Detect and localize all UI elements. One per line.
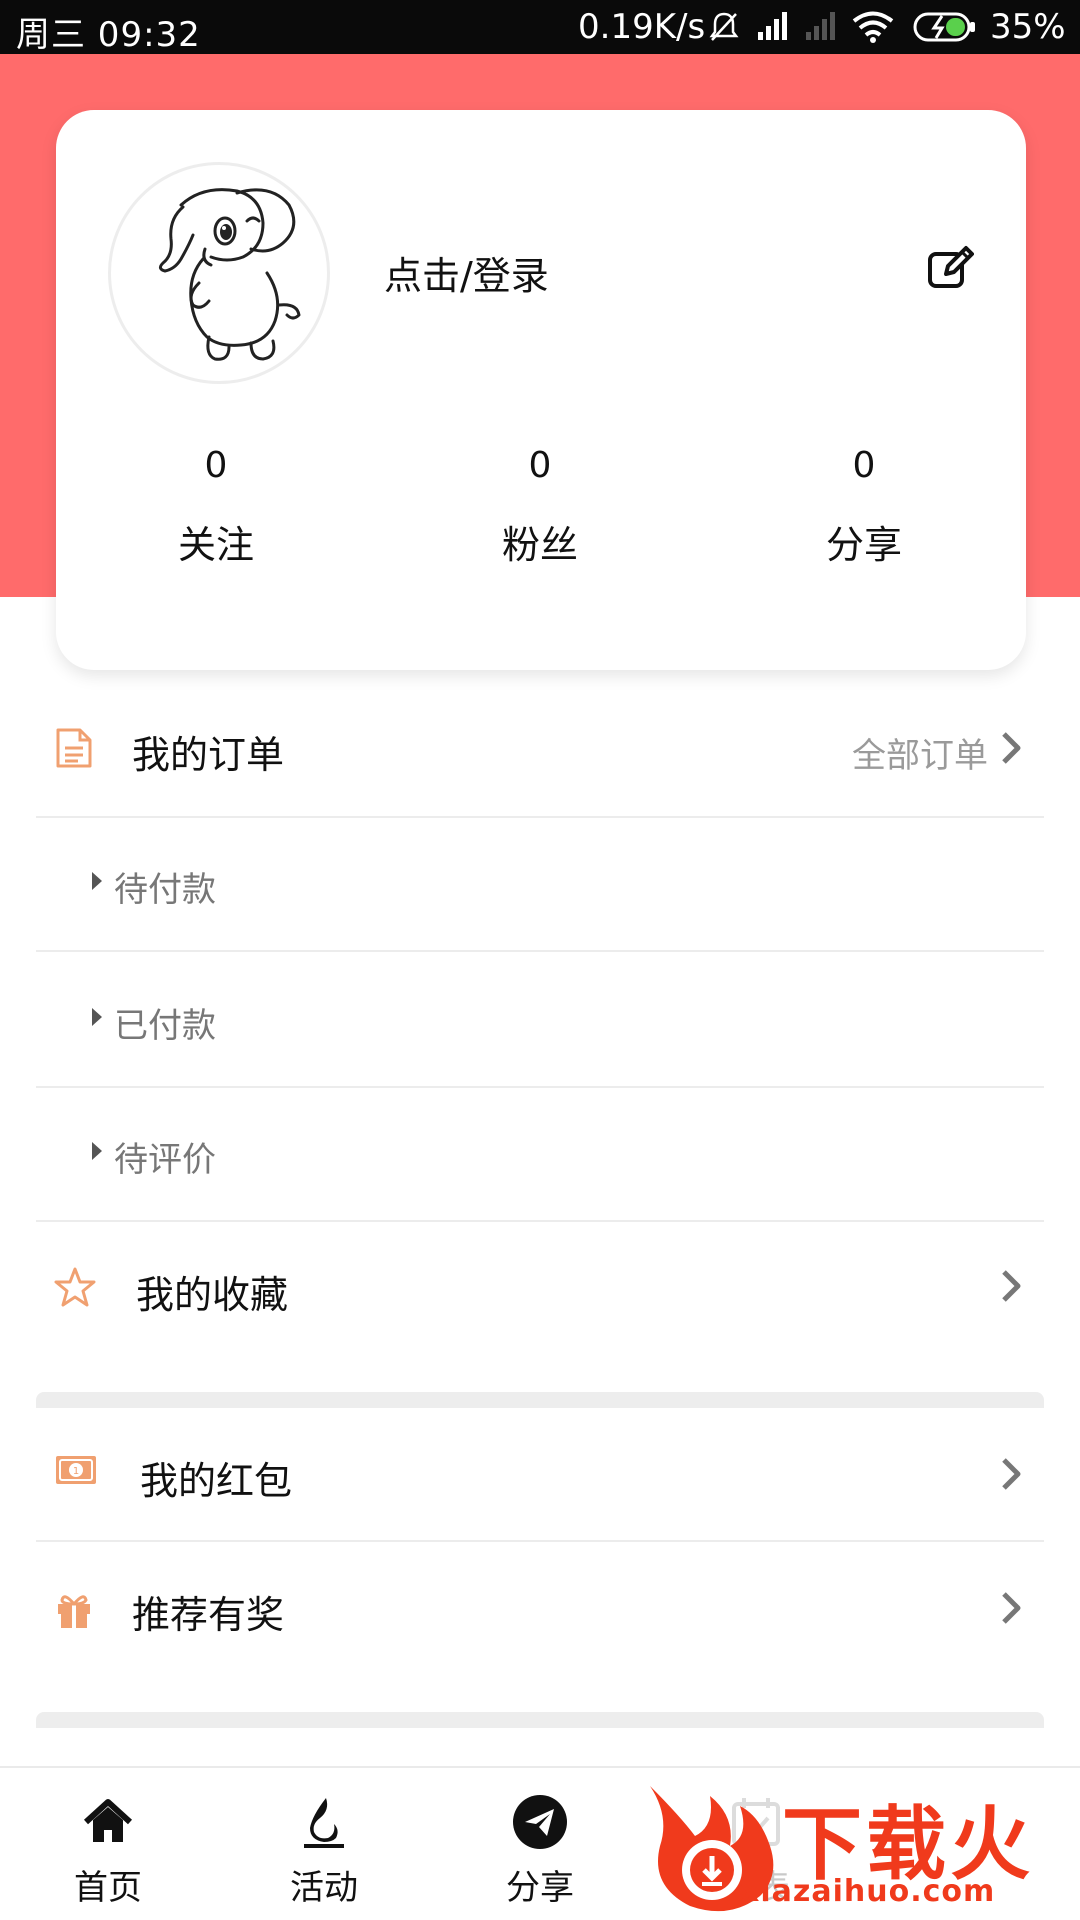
- nav-share[interactable]: 分享: [432, 1768, 648, 1920]
- my-orders-row[interactable]: 我的订单 全部订单: [36, 680, 1044, 818]
- profile-stats: 0 关注 0 粉丝 0 分享: [56, 440, 1026, 580]
- stat-following[interactable]: 0 关注: [116, 440, 316, 569]
- send-icon: [513, 1795, 567, 1849]
- favorites-row[interactable]: 我的收藏: [36, 1222, 1044, 1392]
- signal-2-icon: [806, 12, 835, 40]
- triangle-right-icon: [92, 872, 102, 890]
- stat-fans[interactable]: 0 粉丝: [440, 440, 640, 569]
- flame-icon: [304, 1798, 344, 1848]
- nav-activity[interactable]: 活动: [216, 1768, 432, 1920]
- edit-icon[interactable]: [926, 244, 974, 292]
- section-divider: [36, 1712, 1044, 1728]
- stat-label: 关注: [177, 523, 254, 567]
- nav-home[interactable]: 首页: [0, 1768, 216, 1920]
- wifi-icon: [852, 11, 894, 43]
- order-pending-review[interactable]: 待评价: [36, 1088, 1044, 1222]
- stat-value: 0: [528, 445, 552, 486]
- elephant-avatar-icon: [158, 188, 301, 361]
- stat-label: 粉丝: [501, 523, 578, 567]
- money-icon: 1: [56, 1456, 96, 1484]
- mute-bell-icon: [709, 12, 739, 41]
- chevron-right-icon: [1002, 732, 1021, 764]
- status-bar: 周三 09:32 0.19K/s 35%: [0, 0, 1080, 55]
- network-speed: 0.19K/s: [578, 7, 706, 47]
- section-divider: [36, 1392, 1044, 1408]
- home-icon: [83, 1799, 133, 1842]
- avatar[interactable]: [108, 162, 330, 384]
- gift-icon: [58, 1595, 90, 1628]
- watermark-url: xiazaihuo.com: [740, 1874, 996, 1909]
- nav-label: 首页: [74, 1868, 142, 1908]
- order-paid[interactable]: 已付款: [36, 952, 1044, 1088]
- nav-label: 分享: [506, 1868, 574, 1908]
- referral-row[interactable]: 推荐有奖: [36, 1542, 1044, 1712]
- profile-card: 点击/登录 0 关注 0 粉丝 0 分享: [56, 110, 1026, 670]
- stat-value: 0: [204, 445, 228, 486]
- order-pending-payment[interactable]: 待付款: [36, 818, 1044, 952]
- triangle-right-icon: [92, 1008, 102, 1026]
- status-time: 周三 09:32: [16, 15, 201, 55]
- battery-icon: [913, 12, 975, 42]
- order-status-label: 待评价: [114, 1140, 216, 1180]
- favorites-title: 我的收藏: [136, 1273, 289, 1317]
- red-packets-row[interactable]: 1 我的红包: [36, 1408, 1044, 1542]
- chevron-right-icon: [1002, 1592, 1021, 1624]
- svg-text:1: 1: [73, 1466, 79, 1477]
- signal-icon: [758, 12, 787, 40]
- red-packets-title: 我的红包: [140, 1459, 293, 1503]
- stat-shares[interactable]: 0 分享: [764, 440, 964, 569]
- stat-value: 0: [852, 445, 876, 486]
- all-orders-link[interactable]: 全部订单: [852, 728, 988, 777]
- my-orders-title: 我的订单: [132, 733, 285, 777]
- login-prompt[interactable]: 点击/登录: [384, 245, 549, 300]
- nav-label: 活动: [290, 1868, 358, 1908]
- chevron-right-icon: [1002, 1270, 1021, 1302]
- stat-label: 分享: [825, 523, 902, 567]
- referral-title: 推荐有奖: [132, 1593, 285, 1637]
- chevron-right-icon: [1002, 1458, 1021, 1490]
- battery-percent: 35%: [990, 7, 1066, 47]
- star-icon: [54, 1267, 96, 1307]
- watermark: 下载火 xiazaihuo.com: [640, 1776, 1080, 1920]
- order-status-label: 已付款: [114, 1006, 216, 1046]
- order-status-label: 待付款: [114, 870, 216, 910]
- document-icon: [56, 728, 92, 768]
- triangle-right-icon: [92, 1142, 102, 1160]
